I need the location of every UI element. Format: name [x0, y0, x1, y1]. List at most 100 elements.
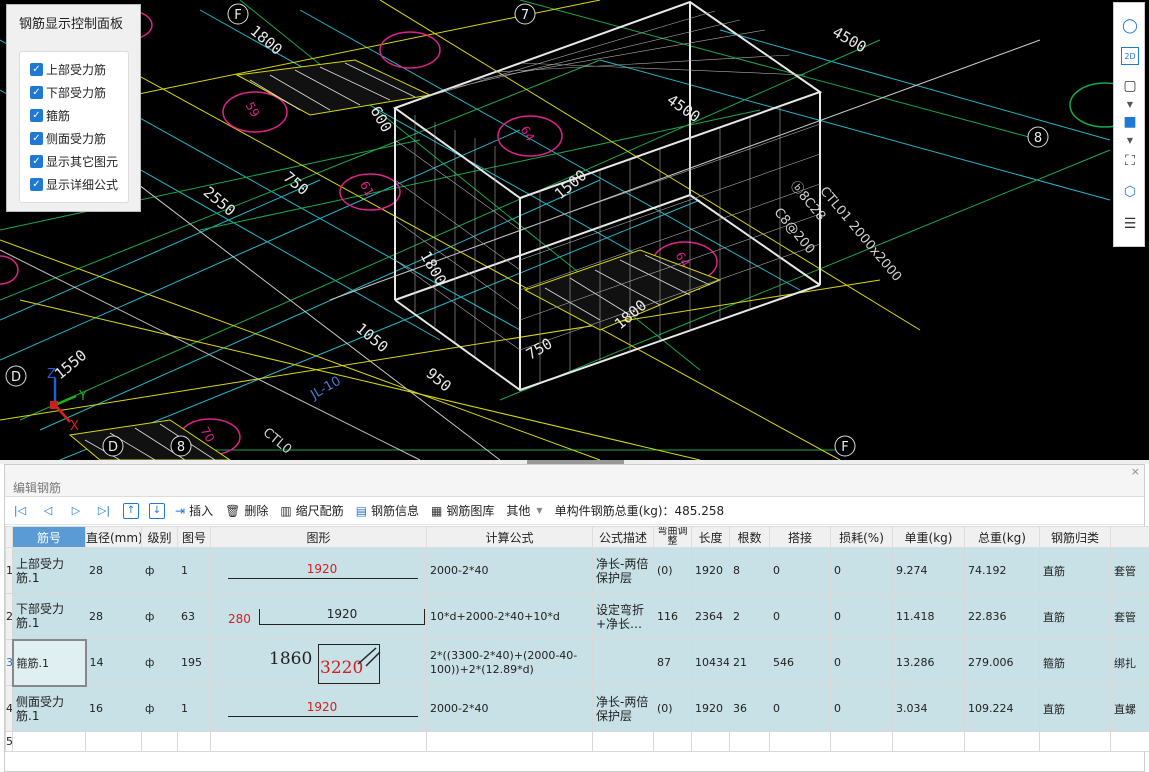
- formula-desc-cell[interactable]: [592, 639, 654, 686]
- empty-cell[interactable]: [141, 731, 178, 752]
- table-row[interactable]: 2 下部受力筋.1 28 ф 63 280 1920 10*d+2000-2*4…: [5, 593, 1149, 640]
- checkbox-checked-icon[interactable]: ✓: [30, 109, 43, 122]
- category-cell[interactable]: 直筋: [1039, 547, 1111, 594]
- rebar-library-button[interactable]: ▦ 钢筋图库: [431, 502, 494, 519]
- option-side-rebar[interactable]: ✓ 侧面受力筋: [30, 127, 128, 150]
- formula-cell[interactable]: 10*d+2000-2*40+10*d: [426, 593, 593, 640]
- empty-cell[interactable]: [691, 731, 730, 752]
- empty-cell[interactable]: [426, 731, 593, 752]
- rebar-info-button[interactable]: ▤ 钢筋信息: [356, 502, 419, 519]
- total-weight-cell[interactable]: 279.006: [964, 639, 1040, 686]
- solid-cube-icon[interactable]: ■: [1119, 111, 1141, 133]
- shape-cell[interactable]: 280 1920: [210, 593, 427, 640]
- col-header[interactable]: 公式描述: [592, 526, 654, 548]
- formula-desc-cell[interactable]: 设定弯折+净长…: [592, 593, 654, 640]
- splice-type-cell[interactable]: 套管: [1110, 593, 1149, 640]
- grade-cell[interactable]: ф: [141, 685, 178, 732]
- grade-cell[interactable]: ф: [141, 593, 178, 640]
- col-header[interactable]: 总重(kg): [964, 526, 1040, 548]
- formula-cell[interactable]: 2*((3300-2*40)+(2000-40-100))+2*(12.89*d…: [426, 639, 593, 686]
- other-menu-button[interactable]: 其他 ▼: [506, 502, 542, 519]
- category-cell[interactable]: 箍筋: [1039, 639, 1111, 686]
- option-top-rebar[interactable]: ✓ 上部受力筋: [30, 58, 128, 81]
- diameter-cell[interactable]: 16: [85, 685, 142, 732]
- table-row-empty[interactable]: 5: [5, 731, 1149, 752]
- total-weight-cell[interactable]: 22.836: [964, 593, 1040, 640]
- empty-cell[interactable]: [892, 731, 965, 752]
- diameter-cell[interactable]: 14: [85, 639, 142, 686]
- lap-cell[interactable]: 0: [769, 547, 831, 594]
- bend-adjust-cell[interactable]: 87: [653, 639, 692, 686]
- splice-type-cell[interactable]: 绑扎: [1110, 639, 1149, 686]
- next-record-icon[interactable]: ▷: [67, 502, 85, 520]
- unit-weight-cell[interactable]: 11.418: [892, 593, 965, 640]
- count-cell[interactable]: 21: [729, 639, 770, 686]
- figure-no-cell[interactable]: 1: [177, 547, 211, 594]
- formula-cell[interactable]: 2000-2*40: [426, 547, 593, 594]
- col-header[interactable]: 筋号: [12, 526, 86, 548]
- col-header[interactable]: 损耗(%): [830, 526, 893, 548]
- col-header[interactable]: 根数: [729, 526, 770, 548]
- first-record-icon[interactable]: |◁: [11, 502, 29, 520]
- shape-cell[interactable]: 1920: [210, 547, 427, 594]
- delete-button[interactable]: 🗑 删除: [225, 502, 268, 519]
- col-header[interactable]: 长度: [691, 526, 730, 548]
- splice-type-cell[interactable]: 直螺: [1110, 685, 1149, 732]
- bend-adjust-cell[interactable]: (0): [653, 685, 692, 732]
- move-up-icon[interactable]: ↑: [123, 502, 139, 519]
- unit-weight-cell[interactable]: 13.286: [892, 639, 965, 686]
- total-weight-cell[interactable]: 74.192: [964, 547, 1040, 594]
- view-3d-cube-icon[interactable]: ▢: [1119, 75, 1141, 97]
- count-cell[interactable]: 8: [729, 547, 770, 594]
- empty-cell[interactable]: [12, 731, 86, 752]
- shape-cell[interactable]: 1920: [210, 685, 427, 732]
- rebar-view-icon[interactable]: ⬡: [1119, 181, 1141, 203]
- empty-cell[interactable]: [177, 731, 211, 752]
- grade-cell[interactable]: ф: [141, 639, 178, 686]
- loss-cell[interactable]: 0: [830, 593, 893, 640]
- length-cell[interactable]: 10434: [691, 639, 730, 686]
- col-header[interactable]: 图号: [177, 526, 211, 548]
- col-header[interactable]: 单重(kg): [892, 526, 965, 548]
- loss-cell[interactable]: 0: [830, 639, 893, 686]
- close-icon[interactable]: ×: [1131, 465, 1140, 478]
- category-cell[interactable]: 直筋: [1039, 685, 1111, 732]
- table-row[interactable]: 1 上部受力筋.1 28 ф 1 1920 2000-2*40 净长-两倍保护层…: [5, 547, 1149, 594]
- option-show-other-elements[interactable]: ✓ 显示其它图元: [30, 150, 128, 173]
- formula-desc-cell[interactable]: 净长-两倍保护层: [592, 685, 654, 732]
- checkbox-checked-icon[interactable]: ✓: [30, 155, 43, 168]
- col-header[interactable]: 弯曲调整: [653, 526, 692, 548]
- length-cell[interactable]: 1920: [691, 547, 730, 594]
- count-cell[interactable]: 2: [729, 593, 770, 640]
- diameter-cell[interactable]: 28: [85, 593, 142, 640]
- lap-cell[interactable]: 0: [769, 685, 831, 732]
- length-cell[interactable]: 1920: [691, 685, 730, 732]
- empty-cell[interactable]: [1110, 731, 1149, 752]
- diameter-cell[interactable]: 28: [85, 547, 142, 594]
- count-cell[interactable]: 36: [729, 685, 770, 732]
- row-number[interactable]: 3: [5, 639, 13, 686]
- zoom-extents-icon[interactable]: ⛶: [1119, 150, 1141, 172]
- table-row[interactable]: 4 侧面受力筋.1 16 ф 1 1920 2000-2*40 净长-两倍保护层…: [5, 685, 1149, 732]
- checkbox-checked-icon[interactable]: ✓: [30, 178, 43, 191]
- bar-name-cell[interactable]: 箍筋.1: [11, 638, 87, 687]
- option-bottom-rebar[interactable]: ✓ 下部受力筋: [30, 81, 128, 104]
- col-header[interactable]: 计算公式: [426, 526, 593, 548]
- empty-cell[interactable]: [729, 731, 770, 752]
- checkbox-checked-icon[interactable]: ✓: [30, 132, 43, 145]
- row-number[interactable]: 1: [5, 547, 13, 594]
- loss-cell[interactable]: 0: [830, 685, 893, 732]
- length-cell[interactable]: 2364: [691, 593, 730, 640]
- shape-cell[interactable]: 1860 3220: [210, 639, 427, 686]
- chevron-down-icon[interactable]: ▼: [1119, 99, 1141, 109]
- bend-adjust-cell[interactable]: (0): [653, 547, 692, 594]
- col-header[interactable]: 直径(mm): [85, 526, 142, 548]
- option-show-detailed-formula[interactable]: ✓ 显示详细公式: [30, 173, 128, 196]
- splice-type-cell[interactable]: 套管: [1110, 547, 1149, 594]
- figure-no-cell[interactable]: 1: [177, 685, 211, 732]
- loss-cell[interactable]: 0: [830, 547, 893, 594]
- col-header[interactable]: 搭接: [769, 526, 831, 548]
- empty-cell[interactable]: [830, 731, 893, 752]
- empty-cell[interactable]: [85, 731, 142, 752]
- col-header[interactable]: [1110, 526, 1149, 548]
